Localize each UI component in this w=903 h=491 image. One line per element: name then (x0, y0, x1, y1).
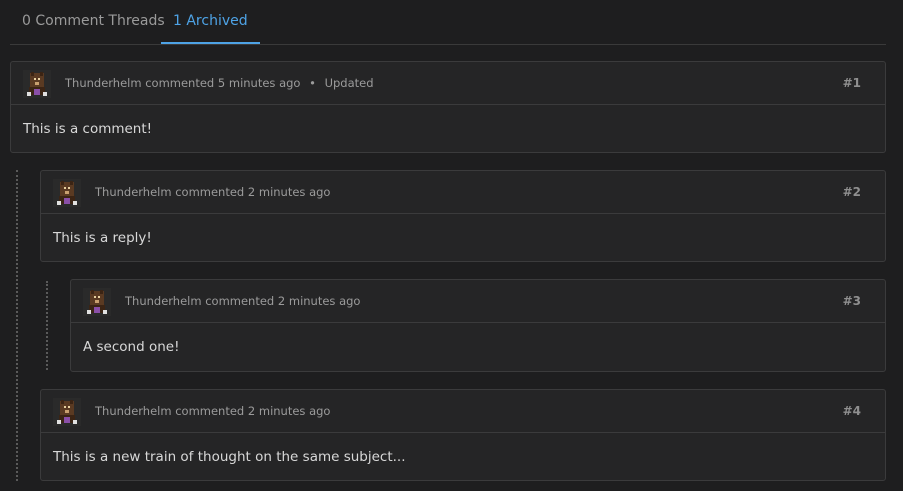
comment-time[interactable]: 2 minutes ago (278, 294, 361, 308)
comment-body: This is a new train of thought on the sa… (53, 449, 406, 465)
comment-action: commented (175, 404, 245, 418)
comment-card: Thunderhelm commented 2 minutes ago #2 T… (40, 170, 886, 262)
comment-time[interactable]: 2 minutes ago (248, 185, 331, 199)
comment-meta: Thunderhelm commented 5 minutes ago • Up… (65, 62, 374, 104)
comment-card: Thunderhelm commented 2 minutes ago #3 A… (70, 279, 886, 372)
comment-author[interactable]: Thunderhelm (65, 76, 142, 90)
reply-thread-line (46, 281, 48, 370)
tab-archived[interactable]: 1 Archived (161, 0, 260, 44)
comment-header: Thunderhelm commented 2 minutes ago #3 (71, 280, 885, 323)
comment-body: This is a comment! (23, 121, 153, 137)
avatar[interactable] (23, 70, 51, 98)
avatar[interactable] (53, 179, 81, 207)
comment-number[interactable]: #3 (843, 280, 861, 322)
comment-meta: Thunderhelm commented 2 minutes ago (95, 390, 330, 432)
comment-header: Thunderhelm commented 2 minutes ago #2 (41, 171, 885, 214)
comment-card: Thunderhelm commented 5 minutes ago • Up… (10, 61, 886, 153)
comment-body: This is a reply! (53, 230, 152, 246)
comment-action: commented (205, 294, 275, 308)
comment-meta: Thunderhelm commented 2 minutes ago (95, 171, 330, 213)
comment-card: Thunderhelm commented 2 minutes ago #4 T… (40, 389, 886, 481)
comment-time[interactable]: 2 minutes ago (248, 404, 331, 418)
comment-number[interactable]: #4 (843, 390, 861, 432)
comment-author[interactable]: Thunderhelm (95, 404, 172, 418)
comment-author[interactable]: Thunderhelm (125, 294, 202, 308)
comment-header: Thunderhelm commented 5 minutes ago • Up… (11, 62, 885, 105)
comment-body: A second one! (83, 339, 180, 355)
comment-time[interactable]: 5 minutes ago (218, 76, 301, 90)
comment-action: commented (175, 185, 245, 199)
separator: • (309, 76, 316, 90)
updated-label: Updated (324, 76, 374, 90)
comment-action: commented (145, 76, 215, 90)
comment-number[interactable]: #1 (843, 62, 861, 104)
comment-author[interactable]: Thunderhelm (95, 185, 172, 199)
reply-thread-line (16, 170, 18, 481)
comment-header: Thunderhelm commented 2 minutes ago #4 (41, 390, 885, 433)
tab-comment-threads[interactable]: 0 Comment Threads (10, 0, 177, 43)
comment-number[interactable]: #2 (843, 171, 861, 213)
comment-meta: Thunderhelm commented 2 minutes ago (125, 280, 360, 322)
comment-tabs: 0 Comment Threads 1 Archived (10, 0, 886, 45)
avatar[interactable] (53, 398, 81, 426)
avatar[interactable] (83, 288, 111, 316)
